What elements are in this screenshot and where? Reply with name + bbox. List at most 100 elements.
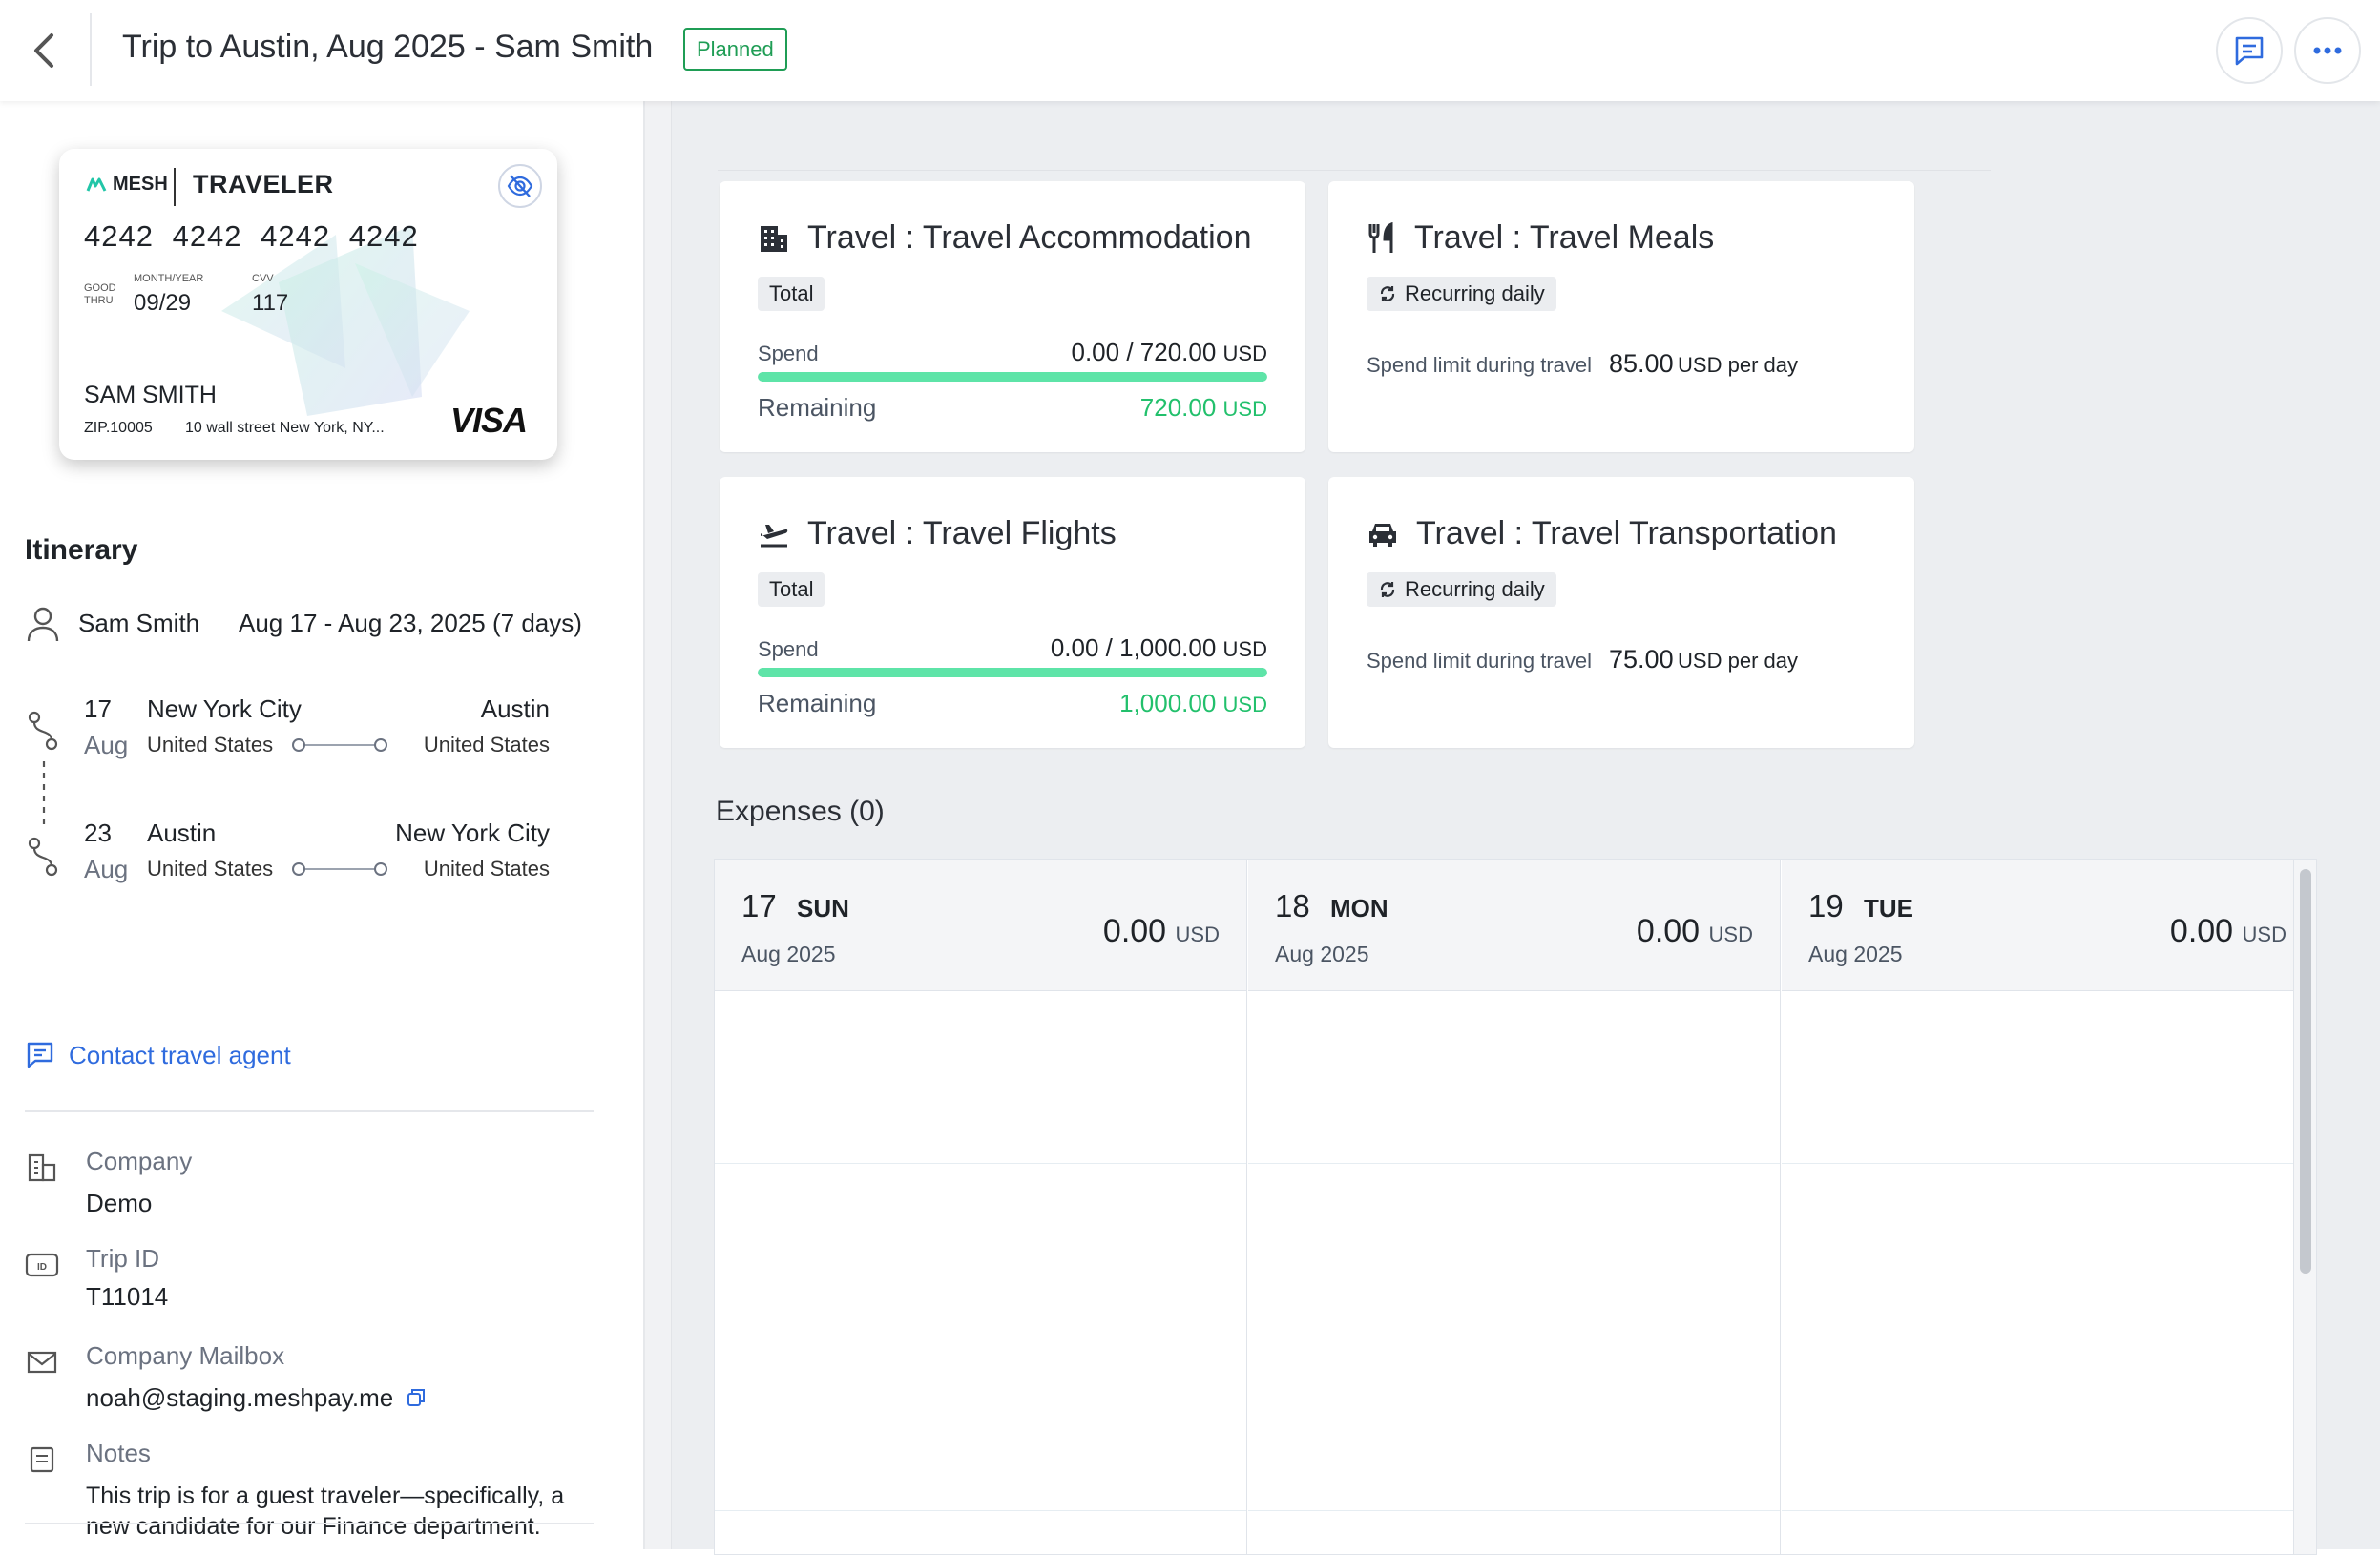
page-title: Trip to Austin, Aug 2025 - Sam Smith: [122, 29, 654, 65]
card-logo-divider: [174, 168, 176, 206]
leg-destination-country: United States: [423, 857, 550, 881]
mesh-logo-icon: [86, 177, 107, 192]
copy-icon[interactable]: [406, 1387, 427, 1408]
spend-progress-bar: [758, 372, 1267, 382]
leg-destination: New York City: [395, 819, 550, 847]
budget-card-accommodation: Travel : Travel Accommodation Total Spen…: [720, 181, 1305, 452]
budget-card-flights: Travel : Travel Flights Total Spend 0.00…: [720, 477, 1305, 748]
day-month: Aug 2025: [741, 942, 836, 966]
day-number: 17: [741, 888, 777, 923]
calendar-day-header: 18 MON Aug 2025 0.00 USD: [1248, 860, 1780, 991]
budget-card-transportation: Travel : Travel Transportation Recurring…: [1328, 477, 1914, 748]
budget-type-label: Recurring daily: [1405, 577, 1545, 601]
company-label: Company: [86, 1147, 193, 1175]
spend-unit: USD: [1222, 637, 1267, 661]
day-number: 18: [1275, 888, 1310, 923]
spend-value: 0.00 / 1,000.00 USD: [1051, 633, 1267, 663]
budget-title-text: Travel : Travel Flights: [807, 515, 1117, 551]
comments-button[interactable]: [2216, 17, 2283, 84]
section-divider: [25, 1110, 594, 1112]
itinerary-leg: 23 Aug Austin New York City United State…: [25, 819, 597, 895]
leg-origin-country: United States: [147, 857, 274, 881]
spend-amount: 0.00 / 1,000.00: [1050, 633, 1217, 662]
user-icon: [27, 607, 59, 642]
leg-month: Aug: [84, 731, 129, 759]
budget-title-text: Travel : Travel Accommodation: [807, 219, 1252, 256]
spend-limit-unit: USD per day: [1678, 353, 1798, 377]
calendar-day-column[interactable]: 17 SUN Aug 2025 0.00 USD: [715, 860, 1247, 1554]
more-options-button[interactable]: [2294, 17, 2361, 84]
scrollbar-thumb[interactable]: [2300, 869, 2311, 1274]
spend-progress-fill: [758, 668, 1267, 677]
calendar-row-line: [1248, 1510, 1780, 1511]
expenses-calendar: 17 SUN Aug 2025 0.00 USD 18 MON Aug 2025…: [714, 859, 2317, 1555]
utensils-icon: [1368, 221, 1393, 253]
budget-title-text: Travel : Travel Transportation: [1416, 515, 1837, 551]
itinerary-leg: 17 Aug New York City Austin United State…: [25, 695, 597, 771]
calendar-row-line: [1248, 1163, 1780, 1164]
expenses-title: Expenses (0): [716, 796, 885, 827]
spend-value: 0.00 / 720.00 USD: [1072, 338, 1268, 367]
eye-off-icon: [507, 175, 533, 197]
day-total: 0.00 USD: [1637, 913, 1753, 950]
spend-limit-label: Spend limit during travel: [1367, 649, 1593, 673]
remaining-value: 1,000.00 USD: [1119, 689, 1267, 718]
leg-month: Aug: [84, 855, 129, 883]
notes-label: Notes: [86, 1439, 151, 1467]
day-total: 0.00 USD: [2170, 913, 2286, 950]
traveler-row: Sam Smith Aug 17 - Aug 23, 2025 (7 days): [25, 599, 597, 647]
spend-limit-value: 85.00 USD per day: [1609, 349, 1798, 379]
calendar-row-line: [1782, 1163, 2313, 1164]
spend-limit-label: Spend limit during travel: [1367, 353, 1593, 377]
good-thru-label: GOOD THRU: [84, 282, 116, 306]
leg-destination: Austin: [480, 695, 550, 723]
calendar-day-column[interactable]: 18 MON Aug 2025 0.00 USD: [1248, 860, 1781, 1554]
toggle-card-details-button[interactable]: [498, 164, 542, 208]
spend-limit-unit: USD per day: [1678, 649, 1798, 673]
contact-agent-label: Contact travel agent: [69, 1040, 291, 1069]
notes-icon: [25, 1442, 59, 1477]
leg-start-dot: [292, 862, 305, 876]
leg-end-dot: [374, 862, 387, 876]
leg-connector: [294, 744, 382, 746]
day-total-unit: USD: [1708, 923, 1753, 946]
header-divider: [90, 13, 92, 86]
leg-origin-country: United States: [147, 733, 274, 757]
calendar-day-column[interactable]: 19 TUE Aug 2025 0.00 USD: [1782, 860, 2314, 1554]
budget-title: Travel : Travel Accommodation: [758, 219, 1251, 257]
trip-dates: Aug 17 - Aug 23, 2025 (7 days): [239, 609, 582, 637]
remaining-unit: USD: [1222, 397, 1267, 421]
budget-type-tag: Total: [758, 572, 825, 607]
day-total: 0.00 USD: [1103, 913, 1220, 950]
calendar-scrollbar[interactable]: [2293, 860, 2316, 1554]
leg-end-dot: [374, 738, 387, 752]
leg-start-dot: [292, 738, 305, 752]
leg-connector: [294, 868, 382, 870]
spend-unit: USD: [1222, 342, 1267, 365]
day-total-amount: 0.00: [1102, 913, 1167, 949]
plane-departure-icon: [761, 524, 788, 547]
budget-type-tag: Recurring daily: [1367, 572, 1556, 607]
remaining-amount: 1,000.00: [1119, 689, 1217, 717]
trip-id-value: T11014: [86, 1282, 169, 1311]
budget-type-label: Total: [769, 577, 814, 601]
remaining-label: Remaining: [758, 393, 877, 422]
spend-amount: 0.00 / 720.00: [1071, 338, 1217, 366]
top-bar: Trip to Austin, Aug 2025 - Sam Smith Pla…: [0, 0, 2380, 101]
card-address: 10 wall street New York, NY...: [185, 420, 385, 436]
budget-type-label: Recurring daily: [1405, 281, 1545, 305]
back-button[interactable]: [21, 29, 65, 73]
contact-travel-agent-link[interactable]: Contact travel agent: [25, 1040, 291, 1070]
recurring-icon: [1380, 286, 1395, 301]
day-of-week: TUE: [1864, 894, 1913, 923]
day-total-unit: USD: [1175, 923, 1220, 946]
day-of-week: MON: [1330, 894, 1388, 923]
mailbox-value: noah@staging.meshpay.me: [86, 1383, 427, 1413]
card-expiry: 09/29: [134, 290, 192, 316]
building-icon: [25, 1151, 59, 1185]
itinerary-title: Itinerary: [25, 534, 138, 566]
mesh-logo: MESH: [86, 174, 168, 196]
spend-progress-fill: [758, 372, 1267, 382]
spend-limit: Spend limit during travel 85.00 USD per …: [1367, 349, 1798, 379]
budget-title: Travel : Travel Transportation: [1367, 515, 1837, 552]
